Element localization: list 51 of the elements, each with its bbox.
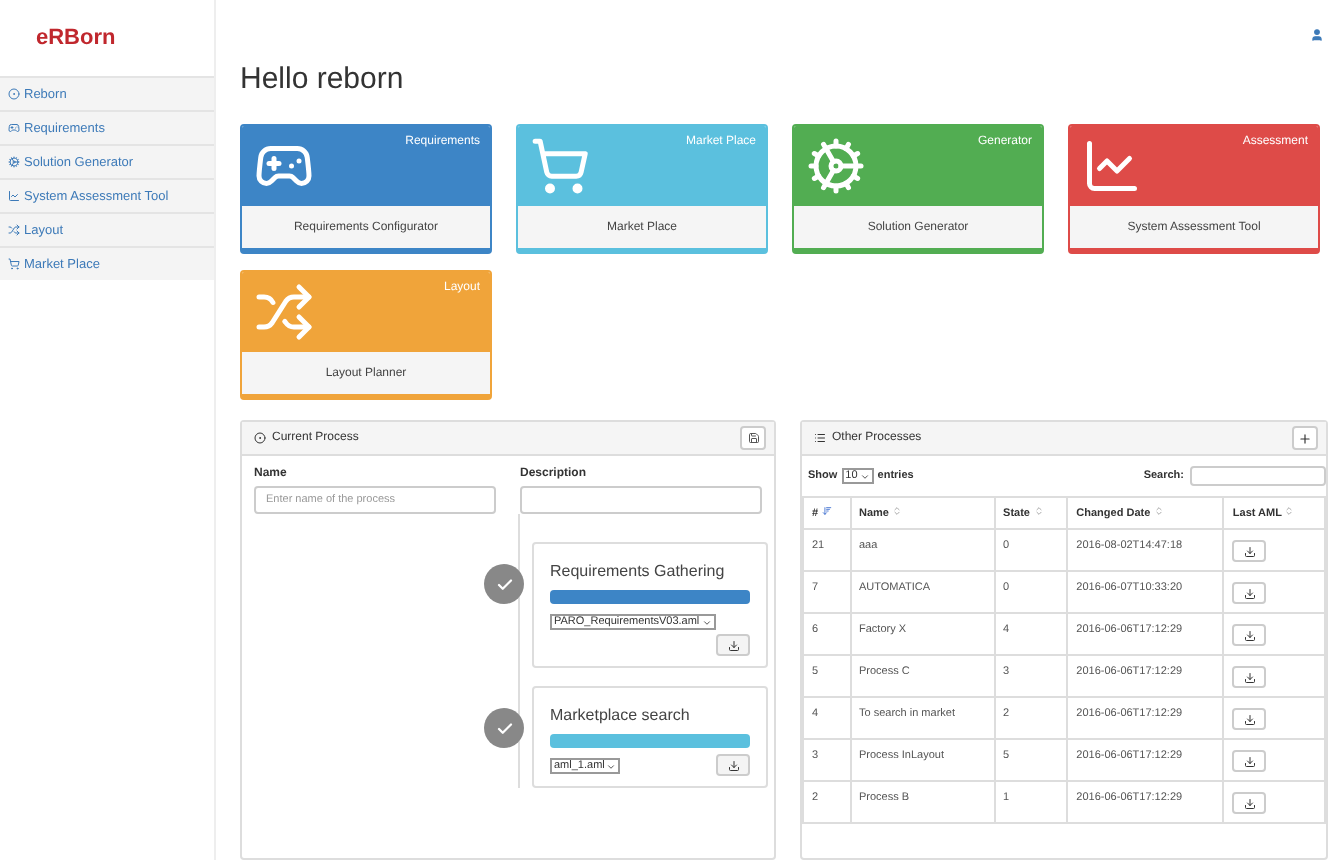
line-chart-icon xyxy=(8,190,20,202)
description-field[interactable] xyxy=(520,486,762,514)
download-button[interactable] xyxy=(1232,582,1267,604)
shuffle-icon xyxy=(254,282,314,342)
cart-icon xyxy=(530,136,590,196)
logo: eRBorn xyxy=(36,26,116,50)
chevron-down-icon xyxy=(606,761,617,771)
sort-icon xyxy=(892,506,903,516)
step-title: Marketplace search xyxy=(550,706,692,724)
chevron-down-icon xyxy=(859,471,870,481)
step-title: Requirements Gathering xyxy=(550,562,727,580)
gear-icon xyxy=(806,136,866,196)
add-button[interactable] xyxy=(1292,426,1318,450)
gamepad-icon xyxy=(8,122,20,134)
user-icon[interactable] xyxy=(1310,28,1324,42)
save-button[interactable] xyxy=(740,426,766,450)
sort-icon xyxy=(1033,506,1044,516)
plus-icon xyxy=(1298,431,1312,445)
sort-icon xyxy=(1153,506,1164,516)
download-button[interactable] xyxy=(716,634,750,656)
search-field[interactable] xyxy=(1190,466,1326,486)
download-icon xyxy=(1243,755,1256,767)
download-button[interactable] xyxy=(1232,540,1267,562)
save-icon xyxy=(747,432,759,444)
download-icon xyxy=(727,759,739,771)
download-icon xyxy=(1243,545,1256,557)
check-icon xyxy=(484,708,524,748)
download-button[interactable] xyxy=(1232,792,1267,814)
sort-icon xyxy=(1284,506,1295,516)
check-icon xyxy=(484,564,524,604)
download-button[interactable] xyxy=(1232,666,1267,688)
download-icon xyxy=(1243,629,1256,641)
sort-descending-icon xyxy=(821,506,832,516)
download-icon xyxy=(727,639,739,651)
circle-icon xyxy=(8,88,20,100)
download-button[interactable] xyxy=(716,754,750,776)
download-button[interactable] xyxy=(1232,624,1267,646)
list-icon xyxy=(814,432,826,444)
cart-icon xyxy=(8,258,20,270)
download-button[interactable] xyxy=(1232,750,1267,772)
download-icon xyxy=(1243,587,1256,599)
line-chart-icon xyxy=(1082,136,1142,196)
page-heading: Hello reborn xyxy=(240,62,406,96)
download-icon xyxy=(1243,671,1256,683)
download-button[interactable] xyxy=(1232,708,1267,730)
chevron-down-icon xyxy=(701,617,712,627)
gear-icon xyxy=(8,156,20,168)
download-icon xyxy=(1243,713,1256,725)
shuffle-icon xyxy=(8,224,20,236)
download-icon xyxy=(1243,797,1256,809)
circle-icon xyxy=(254,432,266,444)
